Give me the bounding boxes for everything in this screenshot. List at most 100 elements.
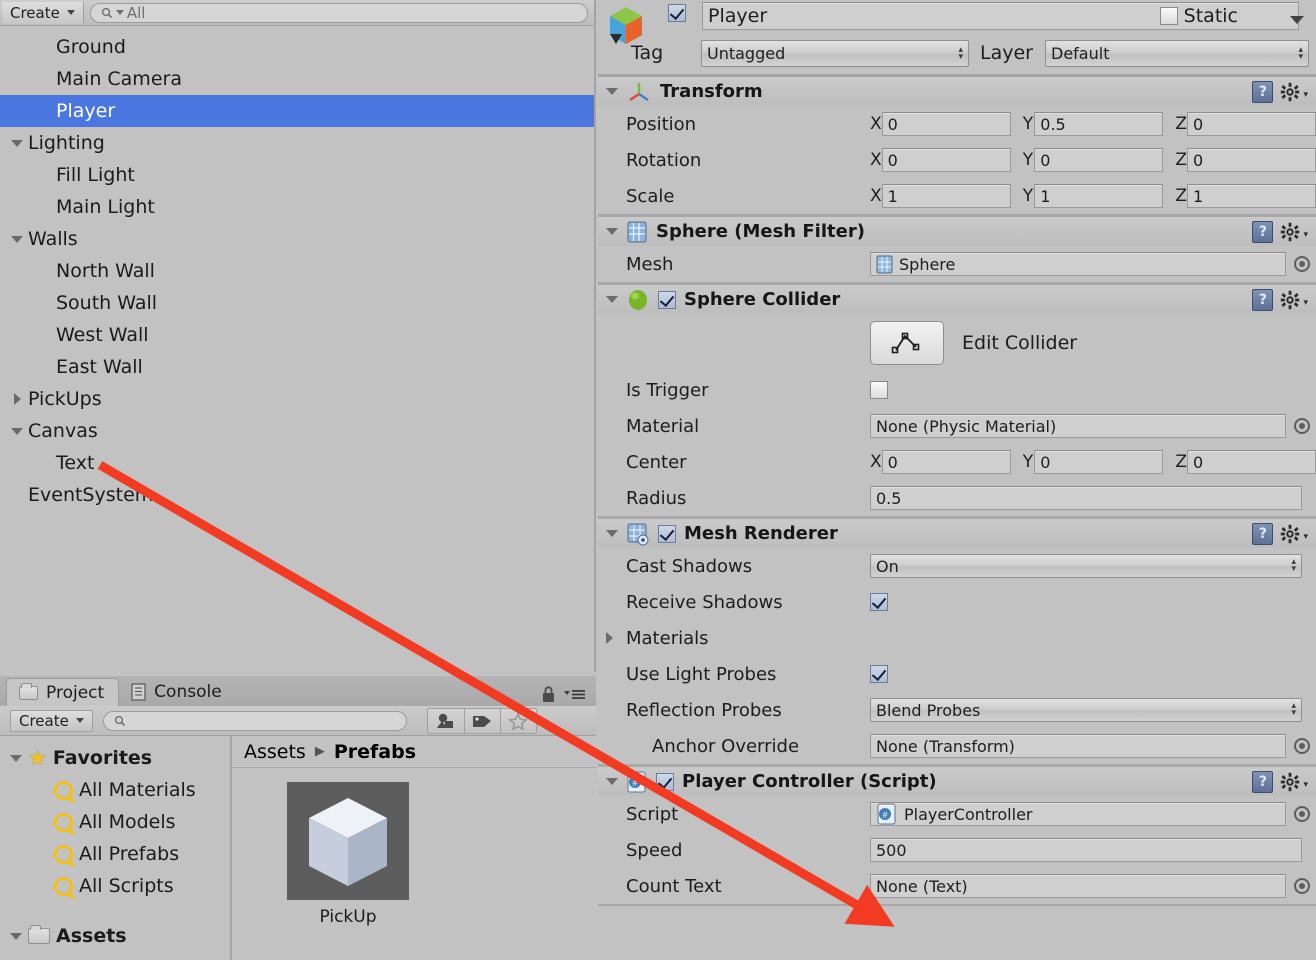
asset-item-pickup[interactable]: PickUp [278, 782, 418, 927]
component-enabled-checkbox[interactable] [656, 772, 674, 791]
object-picker-icon[interactable] [1294, 806, 1310, 822]
gameobject-enabled-checkbox[interactable] [668, 4, 686, 22]
hierarchy-item-walls[interactable]: Walls [0, 223, 594, 255]
text-input[interactable]: 500 [870, 838, 1302, 862]
chevron-down-icon[interactable] [6, 139, 28, 147]
chevron-right-icon[interactable] [6, 393, 28, 405]
component-header-sphere-collider[interactable]: Sphere Collider? ▾ [598, 284, 1316, 314]
vector3-x-input[interactable]: 0 [881, 112, 1011, 136]
tab-project[interactable]: Project [6, 678, 120, 706]
text-input[interactable]: 0.5 [870, 486, 1302, 510]
component-settings-gear-icon[interactable] [1280, 772, 1300, 792]
toggle-checkbox[interactable] [870, 593, 888, 611]
project-search-input[interactable] [102, 710, 407, 731]
object-field[interactable]: None (Text) [870, 874, 1286, 898]
favorite-item-all-scripts[interactable]: All Scripts [0, 870, 230, 902]
vector3-z-input[interactable]: 1 [1186, 184, 1316, 208]
hierarchy-item-east-wall[interactable]: East Wall [0, 351, 594, 383]
chevron-down-icon[interactable] [606, 778, 618, 785]
vector3-x-input[interactable]: 0 [881, 148, 1011, 172]
hierarchy-item-lighting[interactable]: Lighting [0, 127, 594, 159]
filter-by-type-icon[interactable] [427, 708, 464, 733]
vector3-x-input[interactable]: 1 [881, 184, 1011, 208]
hierarchy-item-pickups[interactable]: PickUps [0, 383, 594, 415]
component-enabled-checkbox[interactable] [658, 290, 676, 309]
vector3-y-input[interactable]: 0.5 [1034, 112, 1164, 136]
hierarchy-item-main-light[interactable]: Main Light [0, 191, 594, 223]
search-filter-chevron-icon[interactable] [115, 10, 124, 15]
chevron-down-icon[interactable] [606, 228, 618, 235]
vector3-y-input[interactable]: 1 [1034, 184, 1164, 208]
component-settings-gear-icon[interactable] [1280, 524, 1300, 544]
help-book-icon[interactable]: ? [1252, 81, 1274, 103]
chevron-down-icon[interactable] [6, 427, 28, 435]
panel-menu-icon[interactable] [564, 687, 586, 701]
component-settings-gear-icon[interactable] [1280, 222, 1300, 242]
filter-by-label-icon[interactable] [463, 708, 500, 733]
edit-collider-button[interactable] [870, 321, 944, 365]
breadcrumb-prefabs[interactable]: Prefabs [334, 741, 416, 763]
hierarchy-search-input[interactable]: All [89, 2, 588, 23]
favorite-item-all-materials[interactable]: All Materials [0, 774, 230, 806]
vector3-z-input[interactable]: 0 [1186, 450, 1316, 474]
gear-dropdown-chevron-icon[interactable]: ▾ [1303, 230, 1308, 240]
favorite-item-all-prefabs[interactable]: All Prefabs [0, 838, 230, 870]
hierarchy-item-west-wall[interactable]: West Wall [0, 319, 594, 351]
vector3-y-input[interactable]: 0 [1034, 450, 1164, 474]
static-checkbox[interactable] [1159, 7, 1178, 25]
object-picker-icon[interactable] [1294, 738, 1310, 754]
hierarchy-item-player[interactable]: Player [0, 95, 594, 127]
breadcrumb-assets[interactable]: Assets [244, 741, 306, 763]
gear-dropdown-chevron-icon[interactable]: ▾ [1303, 298, 1308, 308]
hierarchy-item-text[interactable]: Text [0, 447, 594, 479]
project-create-button[interactable]: Create [10, 709, 93, 732]
vector3-y-input[interactable]: 0 [1034, 148, 1164, 172]
help-book-icon[interactable]: ? [1252, 523, 1274, 545]
hierarchy-item-eventsystem[interactable]: EventSystem [0, 479, 594, 511]
favorites-root[interactable]: ★ Favorites [0, 742, 230, 774]
hierarchy-item-main-camera[interactable]: Main Camera [0, 63, 594, 95]
component-header-player-controller-script[interactable]: # Player Controller (Script)? ▾ [598, 766, 1316, 796]
component-enabled-checkbox[interactable] [658, 524, 676, 543]
object-picker-icon[interactable] [1294, 418, 1310, 434]
component-header-transform[interactable]: Transform? ▾ [598, 76, 1316, 106]
component-header-mesh-renderer[interactable]: Mesh Renderer? ▾ [598, 518, 1316, 548]
help-book-icon[interactable]: ? [1252, 771, 1274, 793]
chevron-down-icon[interactable] [606, 530, 618, 537]
chevron-down-icon[interactable] [10, 932, 22, 940]
tag-dropdown[interactable]: Untagged ▴ ▾ [701, 40, 969, 67]
help-book-icon[interactable]: ? [1252, 289, 1274, 311]
layer-dropdown[interactable]: Default ▴ ▾ [1045, 40, 1309, 67]
tab-console[interactable]: Console [119, 678, 236, 706]
dropdown[interactable]: Blend Probes ▴ ▾ [870, 698, 1302, 722]
dropdown[interactable]: On ▴ ▾ [870, 554, 1302, 578]
object-field[interactable]: None (Physic Material) [870, 414, 1286, 438]
chevron-right-icon[interactable] [606, 632, 613, 644]
chevron-down-icon[interactable] [606, 296, 618, 303]
toggle-checkbox[interactable] [870, 381, 888, 399]
favorite-item-all-models[interactable]: All Models [0, 806, 230, 838]
vector3-z-input[interactable]: 0 [1186, 112, 1316, 136]
hierarchy-item-ground[interactable]: Ground [0, 31, 594, 63]
hierarchy-item-south-wall[interactable]: South Wall [0, 287, 594, 319]
hierarchy-item-fill-light[interactable]: Fill Light [0, 159, 594, 191]
toggle-checkbox[interactable] [870, 665, 888, 683]
gear-dropdown-chevron-icon[interactable]: ▾ [1303, 532, 1308, 542]
object-picker-icon[interactable] [1294, 878, 1310, 894]
component-settings-gear-icon[interactable] [1280, 82, 1300, 102]
component-header-sphere-mesh-filter[interactable]: Sphere (Mesh Filter)? ▾ [598, 216, 1316, 246]
object-field[interactable]: Sphere [870, 252, 1286, 276]
chevron-down-icon[interactable] [10, 754, 22, 762]
favorite-star-icon[interactable] [499, 708, 536, 733]
vector3-x-input[interactable]: 0 [881, 450, 1011, 474]
static-dropdown-chevron-icon[interactable] [1290, 16, 1304, 24]
lock-icon[interactable] [541, 685, 556, 703]
hierarchy-item-north-wall[interactable]: North Wall [0, 255, 594, 287]
hierarchy-item-canvas[interactable]: Canvas [0, 415, 594, 447]
assets-root-row[interactable]: Assets [0, 920, 230, 952]
help-book-icon[interactable]: ? [1252, 221, 1274, 243]
gear-dropdown-chevron-icon[interactable]: ▾ [1303, 90, 1308, 100]
object-picker-icon[interactable] [1294, 256, 1310, 272]
chevron-down-icon[interactable] [6, 235, 28, 243]
vector3-z-input[interactable]: 0 [1186, 148, 1316, 172]
